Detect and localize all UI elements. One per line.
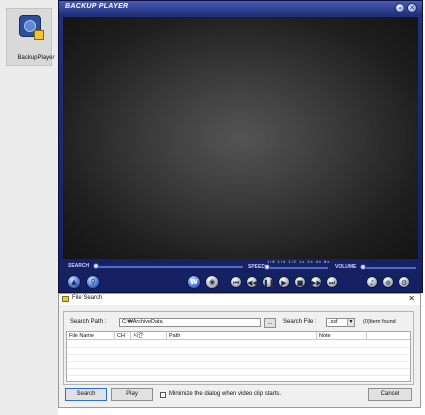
- speed-slider[interactable]: [264, 264, 328, 270]
- dialog-titlebar: File Search ✕: [59, 294, 420, 305]
- found-count: (0)Item found: [363, 319, 396, 325]
- folder-search-icon: [62, 296, 69, 302]
- pause-button[interactable]: ❚❚: [262, 276, 275, 288]
- zoom-icon: ⊕: [385, 279, 391, 287]
- column-path[interactable]: Path: [167, 332, 317, 340]
- search-panel: Search Path : C:₩ArchiveData ... Search …: [63, 311, 414, 385]
- search-slider-knob[interactable]: [93, 263, 99, 269]
- zoom-button[interactable]: ⊕: [382, 276, 394, 288]
- step-forward-button[interactable]: ▶▶: [310, 276, 322, 288]
- minimize-icon: –: [398, 4, 402, 12]
- search-file-select[interactable]: .ssf ▼: [326, 318, 355, 327]
- volume-slider-label: VOLUME: [335, 264, 357, 270]
- file-list[interactable]: File Name CH 시간 Path Note: [66, 331, 411, 382]
- speed-slider-label: SPEED: [248, 264, 265, 270]
- search-path-label: Search Path :: [70, 319, 107, 325]
- audio-icon: ♪: [369, 279, 375, 287]
- desktop-shortcut-label: BackupPlayer: [17, 55, 55, 61]
- step-back-button[interactable]: ◀◀: [246, 276, 258, 288]
- snapshot-button[interactable]: ◉: [205, 275, 219, 289]
- chevron-down-icon: ▼: [347, 319, 354, 326]
- search-file-value: .ssf: [329, 319, 338, 325]
- search-button[interactable]: ⚲: [86, 275, 100, 289]
- settings-icon: ⚙: [400, 279, 408, 287]
- dialog-title: File Search: [72, 295, 103, 301]
- close-button[interactable]: ✕: [407, 3, 417, 13]
- close-icon: ✕: [409, 4, 415, 12]
- search-file-label: Search File :: [283, 319, 317, 325]
- step-back-icon: ◀◀: [247, 279, 258, 287]
- column-file-name[interactable]: File Name: [67, 332, 115, 340]
- backupplayer-app-icon: [19, 15, 44, 40]
- web-button[interactable]: W: [187, 275, 201, 289]
- minimize-checkbox-label: Minimize the dialog when video clip star…: [169, 391, 282, 397]
- volume-slider-knob[interactable]: [360, 264, 366, 270]
- list-item[interactable]: [67, 369, 410, 376]
- skip-forward-icon: ⏭: [328, 279, 336, 287]
- desktop-area: BackupPlayer: [0, 0, 58, 415]
- search-icon: ⚲: [90, 278, 96, 286]
- list-item[interactable]: [67, 341, 410, 348]
- pause-icon: ❚❚: [263, 279, 275, 287]
- cancel-button[interactable]: Cancel: [368, 388, 412, 401]
- stop-icon: ■: [296, 279, 304, 287]
- play-icon: ▶: [281, 279, 287, 287]
- speed-slider-knob[interactable]: [264, 264, 270, 270]
- search-start-button[interactable]: Search: [65, 388, 107, 401]
- minimize-checkbox[interactable]: [160, 392, 166, 398]
- settings-button[interactable]: ⚙: [398, 276, 410, 288]
- player-title: BACKUP PLAYER: [65, 3, 129, 10]
- step-forward-icon: ▶▶: [311, 279, 322, 287]
- backup-player-window: BACKUP PLAYER – ✕ SEARCH 1/8 1/4 1/2 1x …: [58, 0, 423, 293]
- snapshot-icon: ◉: [208, 278, 216, 286]
- stop-button[interactable]: ■: [294, 276, 306, 288]
- column-time[interactable]: 시간: [131, 332, 167, 340]
- browse-button[interactable]: ...: [264, 318, 276, 328]
- column-note[interactable]: Note: [317, 332, 367, 340]
- skip-back-button[interactable]: ⏮: [230, 276, 242, 288]
- search-slider-label: SEARCH: [68, 263, 90, 269]
- list-item[interactable]: [67, 355, 410, 362]
- play-button[interactable]: ▶: [278, 276, 290, 288]
- desktop-shortcut-backupplayer[interactable]: BackupPlayer: [6, 8, 55, 66]
- search-slider[interactable]: [93, 263, 243, 269]
- play-clip-button[interactable]: Play: [111, 388, 153, 401]
- speed-scale: 1/8 1/4 1/2 1x 2x 4x 8x: [267, 259, 331, 264]
- screen: BackupPlayer BACKUP PLAYER – ✕ SEARCH 1/…: [0, 0, 425, 415]
- list-item[interactable]: [67, 348, 410, 355]
- column-ch[interactable]: CH: [115, 332, 131, 340]
- video-display[interactable]: [63, 17, 418, 259]
- player-controls: SEARCH 1/8 1/4 1/2 1x 2x 4x 8x SPEED VOL…: [59, 259, 422, 294]
- file-search-dialog: File Search ✕ Search Path : C:₩ArchiveDa…: [58, 293, 421, 408]
- minimize-button[interactable]: –: [395, 3, 405, 13]
- eject-icon: ▲: [71, 278, 77, 286]
- web-icon: W: [190, 278, 198, 286]
- eject-button[interactable]: ▲: [67, 275, 81, 289]
- search-path-input[interactable]: C:₩ArchiveData: [119, 318, 261, 327]
- list-item[interactable]: [67, 362, 410, 369]
- player-titlebar: BACKUP PLAYER – ✕: [59, 1, 422, 15]
- file-list-header: File Name CH 시간 Path Note: [67, 332, 410, 340]
- skip-forward-button[interactable]: ⏭: [326, 276, 338, 288]
- audio-button[interactable]: ♪: [366, 276, 378, 288]
- dialog-close-button[interactable]: ✕: [408, 294, 415, 303]
- skip-back-icon: ⏮: [232, 279, 240, 287]
- volume-slider[interactable]: [360, 264, 416, 270]
